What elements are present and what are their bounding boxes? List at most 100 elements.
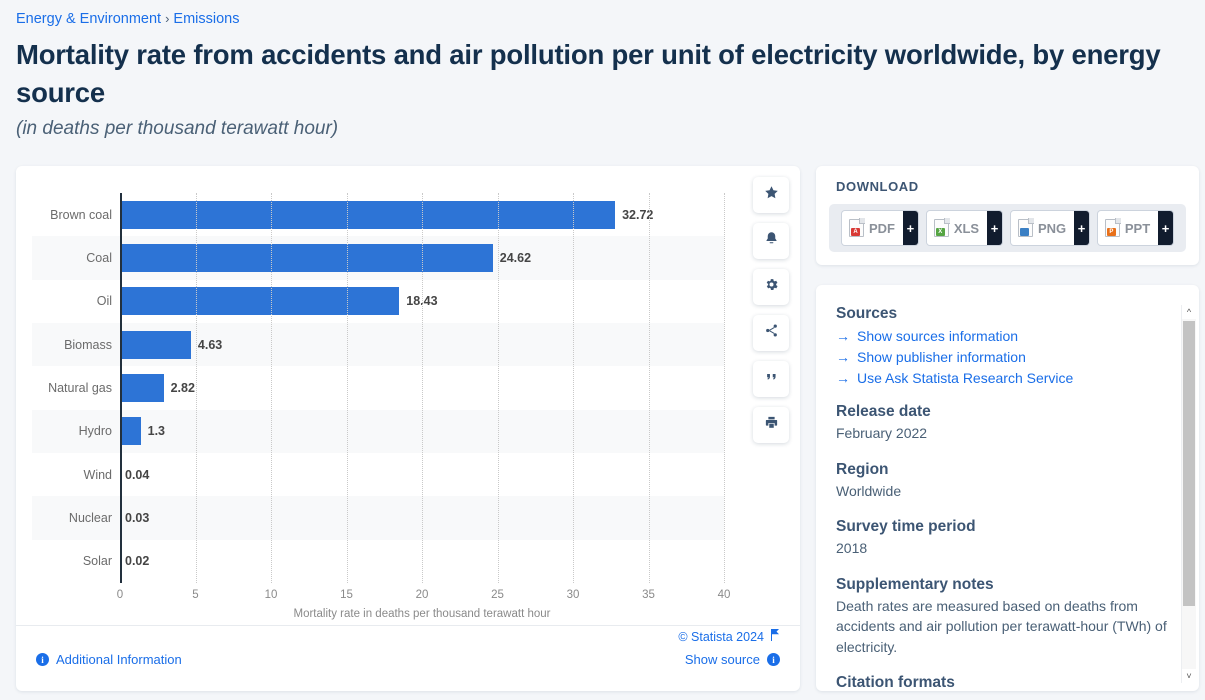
- file-pdf-icon: A: [849, 218, 865, 237]
- chart-bar-group[interactable]: 0.03: [121, 496, 149, 539]
- sources-detail-value: 2018: [836, 540, 868, 556]
- chart-bar-group[interactable]: 0.04: [121, 453, 149, 496]
- chart-row: Hydro 1.3: [32, 409, 724, 453]
- quote-icon: [764, 369, 779, 389]
- chart-bar-group[interactable]: 18.43: [121, 280, 438, 323]
- statista-statistic-page: Energy & Environment › Emissions Mortality…: [0, 0, 1205, 700]
- sources-detail-block: Release date February 2022: [836, 403, 1171, 444]
- scroll-up-icon[interactable]: ^: [1182, 305, 1196, 319]
- copyright-label: © Statista 2024: [678, 629, 764, 644]
- info-icon: i: [767, 653, 780, 666]
- sources-content: Sources → Show sources information → Show pu…: [836, 305, 1171, 691]
- chart-row: Natural gas 2.82: [32, 366, 724, 409]
- chart-x-tick-label: 25: [491, 589, 504, 601]
- sources-detail-heading: Supplementary notes: [836, 575, 994, 593]
- chart-bar-group[interactable]: 4.63: [121, 323, 222, 366]
- chart-gridline: [573, 193, 574, 583]
- scroll-down-icon[interactable]: ˅: [1182, 669, 1196, 683]
- download-ppt-options-button[interactable]: +: [1158, 211, 1173, 245]
- chart-bar[interactable]: [121, 287, 400, 316]
- chart-bar-group[interactable]: 1.3: [121, 410, 165, 453]
- download-pdf-button[interactable]: A PDF +: [842, 211, 918, 245]
- chart-category-label: Wind: [83, 467, 112, 482]
- chart-bar-group[interactable]: 24.62: [121, 236, 531, 279]
- sources-detail-heading: Survey time period: [836, 518, 976, 535]
- chart-row: Nuclear 0.03: [32, 496, 724, 540]
- download-pdf-main[interactable]: A PDF: [842, 211, 903, 245]
- chart-bar[interactable]: [121, 243, 493, 272]
- bell-icon: [764, 231, 779, 251]
- chart-gridline: [346, 193, 348, 583]
- chart-bar[interactable]: [121, 373, 164, 402]
- chart-row: Wind 0.04: [32, 453, 724, 496]
- sources-link-label: Show sources information: [857, 328, 1019, 344]
- download-xls-label: XLS: [953, 220, 980, 236]
- print-button[interactable]: [753, 407, 789, 443]
- footer-divider: [16, 625, 800, 626]
- chart-gridline: [195, 193, 197, 583]
- show-source-link[interactable]: Show source i: [685, 652, 780, 667]
- favorite-button[interactable]: [753, 177, 789, 213]
- sources-link[interactable]: → Show publisher information: [836, 349, 1171, 365]
- sources-heading: Sources: [836, 305, 898, 322]
- sources-link[interactable]: → Show sources information: [836, 328, 1171, 344]
- info-icon: i: [36, 653, 49, 666]
- citation-formats-heading[interactable]: Citation formats: [836, 674, 1171, 691]
- sources-link-label: Show publisher information: [857, 349, 1026, 365]
- additional-information-label: Additional Information: [56, 652, 182, 667]
- flag-icon[interactable]: [770, 629, 780, 644]
- download-ppt-main[interactable]: P PPT: [1097, 211, 1159, 245]
- chart-bar[interactable]: [121, 417, 141, 446]
- chart-x-axis-title: Mortality rate in deaths per thousand te…: [293, 608, 551, 620]
- settings-button[interactable]: [753, 269, 789, 305]
- sources-scrollbar[interactable]: ^ ˅: [1181, 305, 1196, 683]
- star-icon: [764, 185, 779, 205]
- breadcrumb-root-link[interactable]: Energy & Environment: [16, 11, 161, 27]
- download-pdf-options-button[interactable]: +: [903, 211, 918, 245]
- show-source-label: Show source: [684, 652, 760, 667]
- download-button-row: A PDF + X XLS + PNG + P PPT +: [829, 204, 1186, 252]
- chart-bar-group[interactable]: 2.82: [121, 366, 195, 409]
- download-xls-options-button[interactable]: +: [987, 211, 1002, 245]
- chart-panel: Brown coal 32.72 Coal 24.62 Oil 18.43 Biomass 4…: [16, 166, 800, 691]
- breadcrumb-current-link[interactable]: Emissions: [173, 11, 239, 27]
- sources-link[interactable]: → Use Ask Statista Research Service: [836, 370, 1171, 386]
- chart-x-tick-label: 30: [566, 589, 580, 601]
- scrollbar-thumb[interactable]: [1183, 321, 1195, 606]
- chart-gridline: [497, 193, 499, 583]
- page-subtitle: (in deaths per thousand terawatt hour): [16, 118, 339, 139]
- copyright: © Statista 2024: [678, 629, 780, 644]
- chart-plot-area: Brown coal 32.72 Coal 24.62 Oil 18.43 Biomass 4…: [32, 193, 730, 620]
- chart-x-tick-label: 20: [415, 589, 429, 601]
- additional-information-link[interactable]: i Additional Information: [36, 652, 182, 667]
- arrow-right-icon: →: [836, 370, 850, 386]
- download-xls-button[interactable]: X XLS +: [926, 211, 1002, 245]
- chart-gridline: [724, 193, 725, 583]
- chart-footer: i Additional Information © Statista 2024…: [16, 625, 800, 691]
- chart-y-axis-line: [120, 193, 122, 583]
- download-png-main[interactable]: PNG: [1010, 211, 1075, 245]
- chart-bar-value: 2.82: [170, 380, 195, 395]
- chart-category-label: Coal: [86, 250, 112, 265]
- alert-button[interactable]: [753, 223, 789, 259]
- sources-detail-value: Worldwide: [836, 482, 902, 499]
- download-png-button[interactable]: PNG +: [1010, 211, 1089, 245]
- sources-link-label: Use Ask Statista Research Service: [857, 370, 1074, 386]
- chart-bar-group[interactable]: 0.02: [121, 540, 149, 583]
- chart-gridline: [271, 193, 272, 583]
- share-button[interactable]: [753, 315, 789, 351]
- chart-bar-value: 1.3: [147, 424, 166, 439]
- chart-bar[interactable]: [121, 330, 191, 359]
- sources-detail-block: Region Worldwide: [836, 461, 1171, 502]
- chart-x-tick-label: 5: [192, 589, 199, 601]
- chart-bar-value: 0.02: [125, 554, 150, 569]
- file-xls-icon: X: [933, 218, 950, 237]
- cite-button[interactable]: [753, 361, 789, 397]
- chart-row: Solar 0.02: [32, 540, 724, 583]
- download-png-options-button[interactable]: +: [1074, 211, 1089, 245]
- sources-detail-value: February 2022: [836, 425, 928, 441]
- chart-gridline: [422, 193, 423, 583]
- download-ppt-button[interactable]: P PPT +: [1097, 211, 1173, 245]
- gear-icon: [764, 277, 779, 297]
- download-xls-main[interactable]: X XLS: [926, 211, 988, 245]
